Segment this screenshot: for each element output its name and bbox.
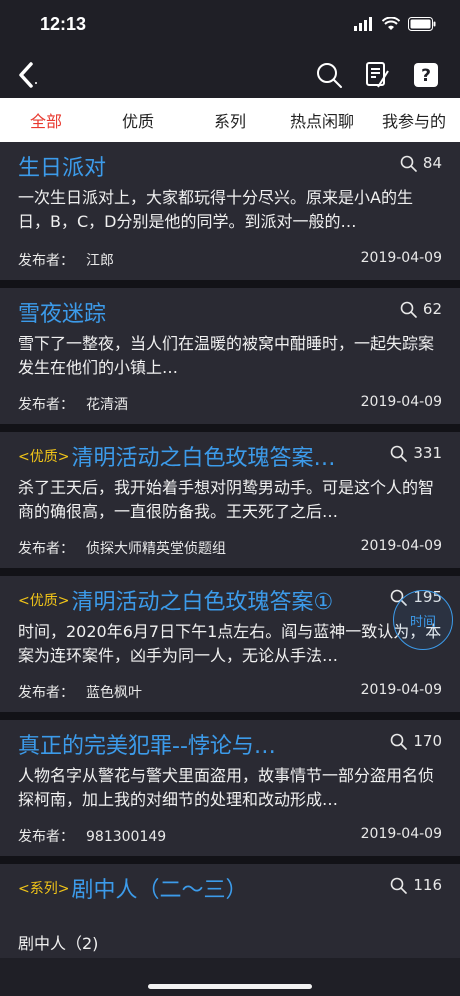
view-search-icon — [400, 155, 417, 172]
view-search-icon — [400, 301, 417, 318]
home-bar — [0, 958, 460, 996]
status-time: 12:13 — [40, 14, 87, 34]
view-count-value: 331 — [413, 444, 442, 462]
post-excerpt: 杀了王天后，我开始着手想对阴鸷男动手。可是这个人的智商的确很高，一直很防备我。王… — [18, 478, 435, 521]
post-card[interactable]: 生日派对 84 一次生日派对上，大家都玩得十分尽兴。原来是小A的生日，B，C，D… — [0, 142, 460, 280]
author-name: 蓝色枫叶 — [86, 685, 142, 701]
author-label: 发布者： — [18, 541, 74, 557]
post-list: 生日派对 84 一次生日派对上，大家都玩得十分尽兴。原来是小A的生日，B，C，D… — [0, 142, 460, 958]
svg-text:?: ? — [421, 66, 431, 86]
view-count: 116 — [390, 876, 442, 894]
tab-series[interactable]: 系列 — [184, 98, 276, 142]
post-date: 2019-04-09 — [360, 394, 442, 410]
status-icons — [354, 16, 436, 35]
nav-bar: ? — [0, 50, 460, 98]
post-date: 2019-04-09 — [360, 250, 442, 266]
battery-icon — [408, 16, 436, 35]
post-meta: 发布者： 江郎 2019-04-09 — [18, 250, 442, 270]
tab-quality[interactable]: 优质 — [92, 98, 184, 142]
post-excerpt: 一次生日派对上，大家都玩得十分尽兴。原来是小A的生日，B，C，D分别是他的同学。… — [18, 188, 413, 231]
post-card[interactable]: <优质> 清明活动之白色玫瑰答案① 195 时间，2020年6月7日下午1点左右… — [0, 576, 460, 712]
author-label: 发布者： — [18, 253, 74, 269]
post-excerpt: 人物名字从警花与警犬里面盗用，故事情节一部分盗用名侦探柯南，加上我的对细节的处理… — [18, 766, 435, 809]
tab-participated[interactable]: 我参与的 — [368, 98, 460, 142]
post-excerpt: 时间，2020年6月7日下午1点左右。阎与蓝神一致认为，本案为连环案件，凶手为同… — [18, 622, 442, 665]
edit-icon[interactable] — [362, 60, 392, 90]
signal-icon — [354, 16, 374, 35]
post-title: 清明活动之白色玫瑰答案… — [71, 446, 336, 471]
view-search-icon — [391, 733, 408, 750]
post-date: 2019-04-09 — [360, 682, 442, 698]
post-excerpt: 雪下了一整夜，当人们在温暖的被窝中酣睡时，一起失踪案发生在他们的小镇上… — [18, 334, 435, 377]
search-icon[interactable] — [314, 60, 344, 90]
author-name: 江郎 — [86, 253, 114, 269]
post-tag: <系列> — [18, 881, 70, 897]
author-name: 侦探大师精英堂侦题组 — [86, 541, 226, 557]
post-date: 2019-04-09 — [360, 826, 442, 842]
view-count: 170 — [390, 732, 442, 750]
status-bar: 12:13 — [0, 0, 460, 50]
wifi-icon — [381, 16, 401, 35]
post-card[interactable]: 真正的完美犯罪--悖论与… 170 人物名字从警花与警犬里面盗用，故事情节一部分… — [0, 720, 460, 856]
back-icon[interactable] — [12, 60, 42, 90]
category-tabs: 全部 优质 系列 热点闲聊 我参与的 — [0, 98, 460, 142]
author-name: 花清酒 — [86, 397, 128, 413]
post-tag: <优质> — [18, 593, 70, 609]
post-tag: <优质> — [18, 449, 70, 465]
post-meta: 发布者： 侦探大师精英堂侦题组 2019-04-09 — [18, 538, 442, 558]
post-meta: 发布者： 981300149 2019-04-09 — [18, 826, 442, 846]
post-title: 剧中人（二～三） — [71, 878, 248, 903]
view-count: 331 — [390, 444, 442, 462]
post-title: 雪夜迷踪 — [18, 302, 107, 327]
post-title: 清明活动之白色玫瑰答案① — [71, 590, 334, 615]
post-card[interactable]: <优质> 清明活动之白色玫瑰答案… 331 杀了王天后，我开始着手想对阴鸷男动手… — [0, 432, 460, 568]
post-date: 2019-04-09 — [360, 538, 442, 554]
home-indicator[interactable] — [148, 984, 312, 989]
view-count-value: 170 — [413, 732, 442, 750]
view-count-value: 84 — [422, 154, 442, 172]
tab-all[interactable]: 全部 — [0, 98, 92, 142]
author-name: 981300149 — [86, 829, 167, 845]
post-meta: 发布者： 花清酒 2019-04-09 — [18, 394, 442, 414]
author-label: 发布者： — [18, 397, 74, 413]
view-count-value: 62 — [422, 300, 442, 318]
view-count-value: 116 — [413, 876, 442, 894]
tab-hot-chat[interactable]: 热点闲聊 — [276, 98, 368, 142]
view-search-icon — [391, 877, 408, 894]
view-search-icon — [391, 445, 408, 462]
author-label: 发布者： — [18, 685, 74, 701]
view-count: 84 — [400, 154, 442, 172]
author-label: 发布者： — [18, 829, 74, 845]
view-count: 62 — [400, 300, 442, 318]
post-title: 生日派对 — [18, 156, 107, 181]
post-meta: 发布者： 蓝色枫叶 2019-04-09 — [18, 682, 442, 702]
floating-time-bubble[interactable]: 时间 — [393, 590, 453, 650]
series-sub-item[interactable]: 剧中人（2) — [18, 930, 98, 954]
post-card-series[interactable]: <系列> 剧中人（二～三） 116 剧中人（2) — [0, 864, 460, 958]
help-icon[interactable]: ? — [411, 60, 441, 90]
post-card[interactable]: 雪夜迷踪 62 雪下了一整夜，当人们在温暖的被窝中酣睡时，一起失踪案发生在他们的… — [0, 288, 460, 424]
post-title: 真正的完美犯罪--悖论与… — [18, 734, 276, 759]
